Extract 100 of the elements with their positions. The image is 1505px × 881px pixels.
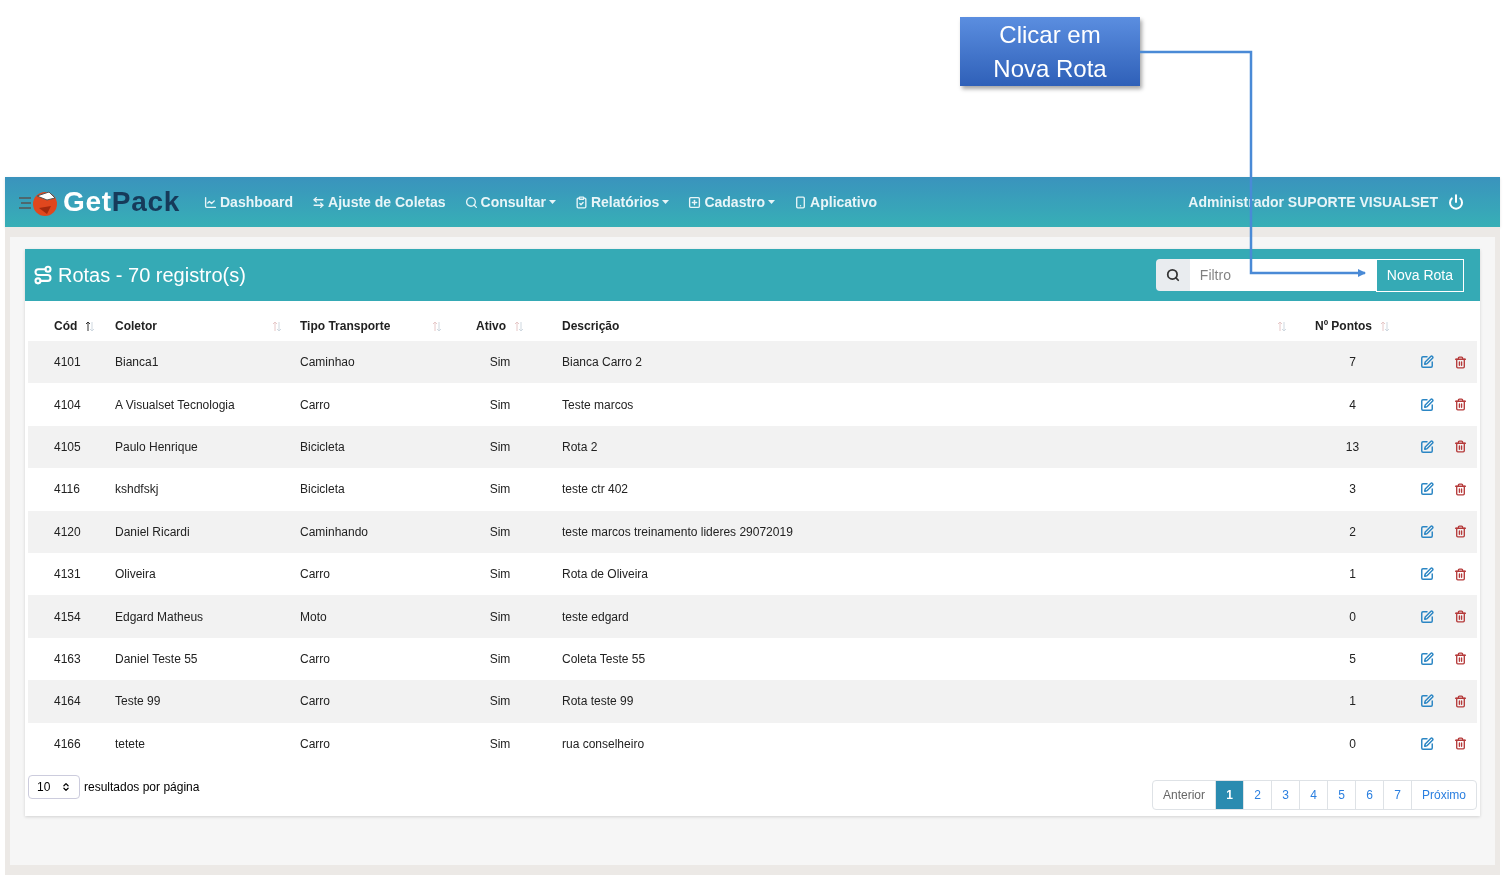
table-cell-text: 1	[1349, 693, 1356, 711]
table-cell-text: Bicicleta	[300, 438, 345, 456]
filter-field[interactable]: Filtro	[1189, 259, 1376, 291]
table-cell-text: 7	[1349, 354, 1356, 372]
trash-icon[interactable]	[1454, 398, 1467, 412]
nav-link[interactable]: Cadastro	[688, 191, 776, 213]
edit-icon[interactable]	[1420, 524, 1434, 539]
table-cell-text: 3	[1349, 481, 1356, 499]
table-cell-text: A Visualset Tecnologia	[115, 396, 235, 414]
page-button[interactable]: 4	[1299, 780, 1327, 809]
page-button[interactable]: 1	[1215, 780, 1243, 809]
select-arrows-icon	[61, 781, 71, 792]
table-cell-text: Teste 99	[115, 693, 161, 711]
page-button[interactable]: 2	[1243, 780, 1271, 809]
card-title: Rotas - 70 registro(s)	[58, 263, 246, 288]
table-cell-text: Caminhando	[300, 523, 369, 541]
table-cell-text: 4105	[54, 438, 81, 456]
edit-icon[interactable]	[1420, 736, 1434, 751]
edit-icon[interactable]	[1420, 482, 1434, 497]
page-button[interactable]: 7	[1383, 780, 1411, 809]
table-cell-text: 4166	[54, 735, 81, 753]
caret-icon	[768, 200, 776, 204]
table-cell-text: tetete	[115, 735, 146, 753]
trash-icon[interactable]	[1454, 525, 1467, 539]
table-cell-text: kshdfskj	[115, 481, 159, 499]
table-cell-text: Carro	[300, 735, 330, 753]
nav-link[interactable]: Dashboard	[204, 191, 294, 213]
table-cell-text: Carro	[300, 650, 330, 668]
route-icon	[33, 265, 53, 285]
column-header[interactable]: Nº Pontos	[1314, 317, 1372, 335]
page-button[interactable]: 6	[1355, 780, 1383, 809]
table-cell-text: Moto	[300, 608, 327, 626]
edit-icon[interactable]	[1420, 439, 1434, 454]
new-route-button[interactable]: Nova Rota	[1375, 258, 1464, 292]
table-cell-text: Caminhao	[300, 354, 355, 372]
table-cell-text: Sim	[489, 693, 511, 711]
table-cell-text: Sim	[489, 608, 511, 626]
trash-icon[interactable]	[1454, 440, 1467, 454]
edit-icon[interactable]	[1420, 355, 1434, 370]
table-cell-text: 13	[1345, 438, 1360, 456]
table-cell-text: 4154	[54, 608, 81, 626]
edit-icon[interactable]	[1420, 609, 1434, 624]
column-header[interactable]: Tipo Transporte	[300, 317, 391, 335]
previous-page-button[interactable]: Anterior	[1152, 780, 1215, 809]
plus-square-icon	[688, 195, 702, 209]
trash-icon[interactable]	[1454, 482, 1467, 496]
nav-link[interactable]: Ajuste de Coletas	[312, 191, 446, 213]
table-cell-text: 4	[1349, 396, 1356, 414]
table-cell-text: Bicicleta	[300, 481, 345, 499]
table-cell-text: 0	[1349, 735, 1356, 753]
table-cell-text: Sim	[489, 566, 511, 584]
column-header[interactable]: Cód	[54, 317, 78, 335]
edit-icon[interactable]	[1420, 567, 1434, 582]
nav-link[interactable]: Relatórios	[574, 191, 670, 213]
next-page-button[interactable]: Próximo	[1411, 780, 1476, 809]
table-cell-text: Carro	[300, 693, 330, 711]
trash-icon[interactable]	[1454, 652, 1467, 666]
table-cell-text: 4120	[54, 523, 81, 541]
trash-icon[interactable]	[1454, 567, 1467, 581]
phone-icon	[794, 195, 808, 209]
table-cell-text: Daniel Ricardi	[115, 523, 190, 541]
callout-text: Clicar em	[999, 19, 1101, 50]
page-button[interactable]: 3	[1271, 780, 1299, 809]
edit-icon[interactable]	[1420, 694, 1434, 709]
page-size-select[interactable]: 10	[28, 774, 80, 799]
edit-icon[interactable]	[1420, 397, 1434, 412]
swap-arrows-icon	[312, 195, 326, 209]
table-cell-text: 4101	[54, 354, 81, 372]
trash-icon[interactable]	[1454, 737, 1467, 751]
nav-link[interactable]: Consultar	[464, 191, 556, 213]
sort-icon[interactable]	[85, 320, 96, 332]
table-cell-text: teste edgard	[562, 608, 629, 626]
nav-link[interactable]: Aplicativo	[794, 191, 877, 213]
chart-icon	[204, 195, 217, 209]
column-header[interactable]: Ativo	[476, 317, 506, 335]
column-header[interactable]: Descrição	[562, 317, 620, 335]
table-cell-text: Rota teste 99	[562, 693, 634, 711]
table-cell-text: Rota de Oliveira	[562, 566, 649, 584]
trash-icon[interactable]	[1454, 355, 1467, 369]
column-header[interactable]: Coletor	[115, 317, 157, 335]
table-cell-text: teste ctr 402	[562, 481, 629, 499]
search-icon	[1165, 268, 1180, 282]
table-cell-text: Edgard Matheus	[115, 608, 204, 626]
page-button[interactable]: 5	[1327, 780, 1355, 809]
table-cell-text: Sim	[489, 523, 511, 541]
power-icon[interactable]	[1448, 194, 1464, 210]
table-cell-text: Carro	[300, 566, 330, 584]
table-cell-text: Coleta Teste 55	[562, 650, 646, 668]
trash-icon[interactable]	[1454, 610, 1467, 624]
user-name[interactable]: Administrador SUPORTE VISUALSET	[1188, 191, 1438, 213]
trash-icon[interactable]	[1454, 694, 1467, 708]
callout-text: Nova Rota	[993, 53, 1107, 84]
table-cell-text: 1	[1349, 566, 1356, 584]
edit-icon[interactable]	[1420, 651, 1434, 666]
caret-icon	[662, 200, 670, 204]
table-cell-text: 4164	[54, 693, 81, 711]
table-cell-text: Sim	[489, 735, 511, 753]
brand-logo[interactable]: GetPack	[63, 181, 180, 223]
clipboard-check-icon	[574, 195, 588, 209]
table-cell-text: rua conselheiro	[562, 735, 645, 753]
